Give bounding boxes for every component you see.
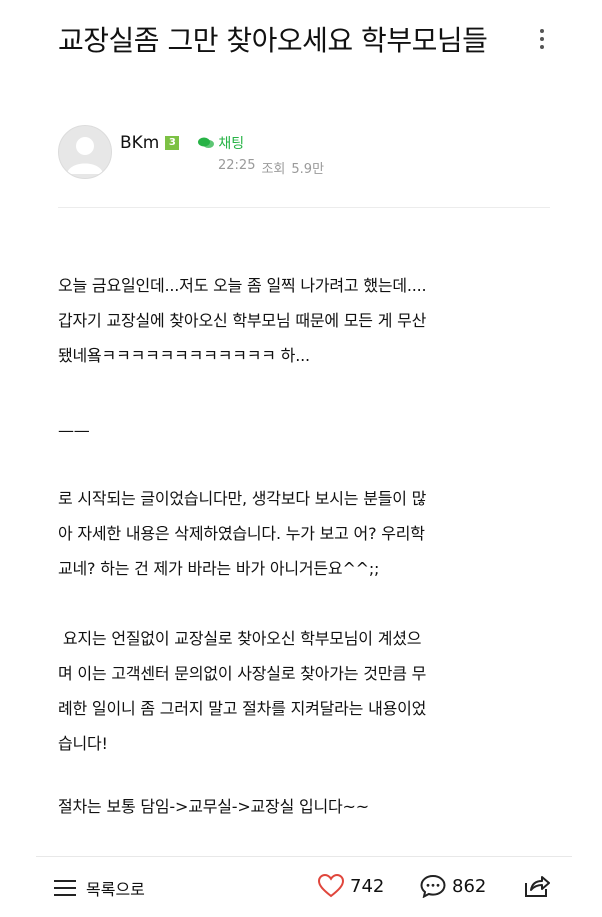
body-line: 요지는 언질없이 교장실로 찾아오신 학부모님이 계셨으 bbox=[58, 629, 422, 648]
heart-icon bbox=[318, 874, 344, 898]
more-vertical-icon bbox=[540, 29, 544, 33]
body-line: 며 이는 고객센터 문의없이 사장실로 찾아가는 것만큼 무 bbox=[58, 664, 427, 683]
share-button[interactable] bbox=[524, 874, 550, 902]
chat-bubble-icon bbox=[198, 137, 215, 148]
body-line: 교네? 하는 건 제가 바라는 바가 아니거든요^^;; bbox=[58, 559, 380, 578]
author-avatar[interactable] bbox=[58, 125, 112, 179]
comment-count: 862 bbox=[452, 875, 487, 897]
author-level-badge: 3 bbox=[165, 136, 180, 150]
comment-icon bbox=[420, 874, 446, 898]
bottom-divider bbox=[36, 856, 572, 857]
views-label: 조회 bbox=[261, 162, 286, 177]
more-options-button[interactable] bbox=[530, 24, 554, 54]
body-line: 례한 일이니 좀 그러지 말고 절차를 지켜달라는 내용이었 bbox=[58, 699, 427, 718]
header-divider bbox=[58, 207, 550, 208]
body-line: 아 자세한 내용은 삭제하였습니다. 누가 보고 어? 우리학 bbox=[58, 524, 425, 543]
comment-button[interactable]: 862 bbox=[420, 874, 486, 898]
bottom-action-bar: 목록으로 742 862 bbox=[0, 858, 602, 917]
post-meta: 22:25 조회 5.9만 bbox=[218, 158, 324, 177]
default-avatar-icon bbox=[67, 137, 103, 174]
author-name[interactable]: BKm bbox=[120, 133, 159, 153]
post-title: 교장실좀 그만 찾아오세요 학부모님들 bbox=[58, 24, 488, 57]
body-line: 습니다! bbox=[58, 734, 108, 753]
post-time: 22:25 bbox=[218, 158, 256, 173]
body-line: 오늘 금요일인데...저도 오늘 좀 일찍 나가려고 했는데.... bbox=[58, 276, 427, 295]
body-separator: —— bbox=[58, 421, 90, 440]
views-count: 5.9만 bbox=[291, 162, 325, 177]
share-icon bbox=[525, 876, 550, 897]
back-to-list-button[interactable]: 목록으로 bbox=[54, 876, 145, 900]
menu-lines-icon bbox=[54, 880, 76, 896]
like-count: 742 bbox=[350, 875, 385, 897]
chat-button[interactable]: 채팅 bbox=[197, 133, 244, 153]
body-line: 됐네욬ㅋㅋㅋㅋㅋㅋㅋㅋㅋㅋㅋㅋ 하... bbox=[58, 346, 310, 365]
body-line: 로 시작되는 글이었습니다만, 생각보다 보시는 분들이 많 bbox=[58, 489, 427, 508]
chat-label: 채팅 bbox=[218, 136, 245, 152]
back-to-list-label: 목록으로 bbox=[86, 880, 145, 899]
like-button[interactable]: 742 bbox=[318, 874, 384, 898]
author-info: BKm 3 채팅 bbox=[120, 131, 244, 155]
body-line: 절차는 보통 담임->교무실->교장실 입니다~~ bbox=[58, 797, 369, 816]
body-line: 갑자기 교장실에 찾아오신 학부모님 때문에 모든 게 무산 bbox=[58, 311, 427, 330]
